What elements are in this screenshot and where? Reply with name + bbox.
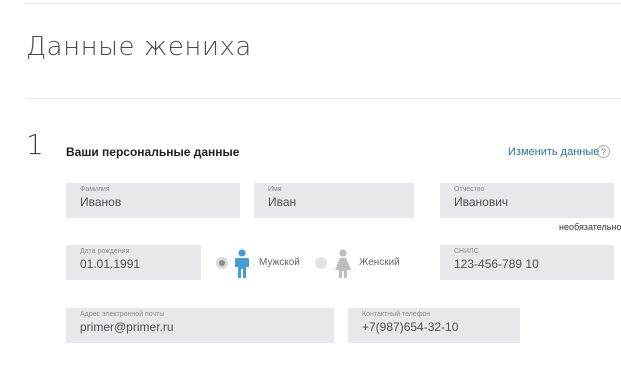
male-person-icon[interactable]	[233, 249, 251, 279]
help-icon[interactable]: ?	[597, 145, 610, 158]
birth-date-value: 01.01.1991	[80, 257, 141, 271]
birth-date-label: Дата рождения	[80, 248, 130, 255]
female-radio[interactable]	[315, 257, 327, 269]
patronymic-field[interactable]: Отчество Иванович	[440, 183, 614, 218]
phone-field[interactable]: Контактный телефон +7(987)654-32-10	[348, 308, 520, 343]
edit-data-link[interactable]: Изменить данные	[508, 146, 599, 158]
snils-field[interactable]: СНИЛС 123-456-789 10	[440, 245, 614, 280]
phone-value: +7(987)654-32-10	[362, 320, 459, 334]
male-radio[interactable]	[216, 257, 228, 269]
optional-hint: необязательно	[559, 222, 621, 232]
last-name-label: Фамилия	[80, 186, 110, 193]
last-name-value: Иванов	[80, 195, 122, 209]
first-name-field[interactable]: Имя Иван	[254, 183, 414, 218]
snils-value: 123-456-789 10	[454, 257, 539, 271]
patronymic-label: Отчество	[454, 186, 485, 193]
step-number: 1	[26, 128, 44, 161]
last-name-field[interactable]: Фамилия Иванов	[66, 183, 240, 218]
first-name-label: Имя	[268, 186, 282, 193]
email-label: Адрес электронной почты	[80, 311, 165, 318]
female-label[interactable]: Женский	[359, 257, 400, 268]
first-name-value: Иван	[268, 195, 297, 209]
page-title: Данные жениха	[26, 32, 252, 62]
title-divider	[26, 98, 621, 99]
snils-label: СНИЛС	[454, 248, 479, 255]
birth-date-field[interactable]: Дата рождения 01.01.1991	[66, 245, 201, 280]
email-field[interactable]: Адрес электронной почты primer@primer.ru	[66, 308, 334, 343]
patronymic-value: Иванович	[454, 195, 509, 209]
phone-label: Контактный телефон	[362, 311, 431, 318]
male-label[interactable]: Мужской	[259, 257, 300, 268]
top-divider	[26, 3, 621, 4]
email-value: primer@primer.ru	[80, 320, 174, 334]
section-title: Ваши персональные данные	[66, 145, 240, 159]
female-person-icon[interactable]	[334, 249, 352, 279]
